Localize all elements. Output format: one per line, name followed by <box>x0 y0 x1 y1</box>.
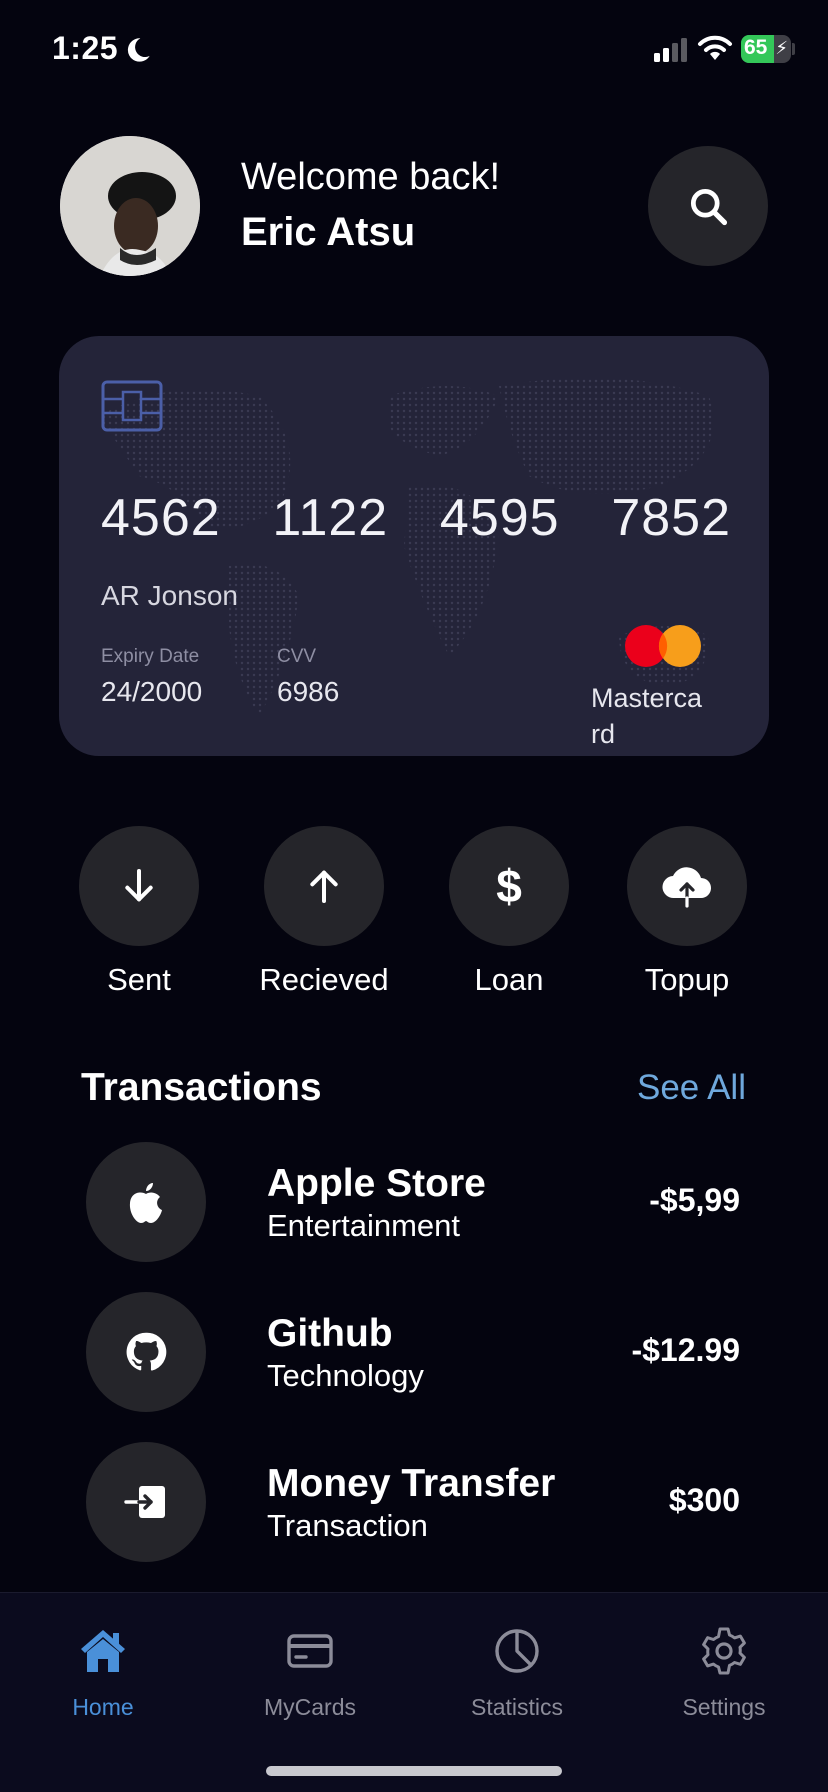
transaction-category: Technology <box>267 1358 424 1393</box>
card-chip-icon <box>101 380 163 432</box>
transfer-in-icon <box>124 1486 165 1518</box>
status-time: 1:25 <box>52 30 119 66</box>
transaction-icon-circle <box>86 1442 206 1562</box>
card-holder-name: AR Jonson <box>101 580 238 611</box>
action-label: Sent <box>107 962 171 997</box>
action-loan[interactable]: $ Loan <box>429 826 589 998</box>
action-label: Topup <box>644 962 730 997</box>
arrow-up-icon <box>310 870 338 903</box>
search-button[interactable] <box>648 146 768 266</box>
transaction-category: Transaction <box>267 1508 428 1543</box>
card-number-group: 4562 <box>101 489 221 547</box>
charging-bolt-icon: ⚡ <box>775 38 788 58</box>
nav-mycards[interactable]: MyCards <box>230 1625 390 1721</box>
expiry-label: Expiry Date <box>101 646 200 667</box>
nav-settings[interactable]: Settings <box>644 1625 804 1721</box>
transaction-icon-circle <box>86 1142 206 1262</box>
action-sent[interactable]: Sent <box>59 826 219 998</box>
welcome-text: Welcome back! <box>241 156 501 198</box>
github-icon <box>126 1332 167 1371</box>
topup-button[interactable] <box>627 826 747 946</box>
pie-chart-icon <box>495 1629 539 1673</box>
nav-label: Settings <box>682 1694 766 1720</box>
transaction-name: Money Transfer <box>267 1462 556 1505</box>
mastercard-logo-icon <box>625 625 701 667</box>
apple-icon <box>129 1183 162 1223</box>
transaction-row[interactable]: Apple Store Entertainment -$5,99 <box>86 1142 746 1262</box>
dollar-icon: $ <box>496 860 522 912</box>
nav-label: MyCards <box>263 1694 356 1720</box>
card-number-group: 1122 <box>272 489 389 547</box>
cvv-value: 6986 <box>277 676 340 707</box>
action-label: Loan <box>474 962 544 997</box>
transaction-amount: $300 <box>668 1482 740 1518</box>
avatar[interactable] <box>60 136 200 276</box>
transaction-row[interactable]: Money Transfer Transaction $300 <box>86 1442 746 1562</box>
payment-card[interactable]: 4562 1122 4595 7852 AR Jonson Expiry Dat… <box>59 336 769 756</box>
nav-home[interactable]: Home <box>23 1625 183 1721</box>
transaction-amount: -$5,99 <box>649 1182 740 1218</box>
nav-label: Statistics <box>470 1694 564 1720</box>
cloud-upload-icon <box>662 867 711 908</box>
card-number-group: 7852 <box>611 489 731 547</box>
battery-cap <box>792 43 795 55</box>
home-icon <box>81 1630 125 1672</box>
gear-icon <box>702 1627 746 1675</box>
loan-button[interactable]: $ <box>449 826 569 946</box>
transaction-category: Entertainment <box>267 1208 460 1243</box>
home-indicator[interactable] <box>266 1766 562 1776</box>
battery-indicator: 65 ⚡ <box>741 35 791 63</box>
card-number: 4562 1122 4595 7852 <box>101 488 731 548</box>
card-icon <box>287 1634 333 1668</box>
transaction-name: Apple Store <box>267 1162 486 1205</box>
action-topup[interactable]: Topup <box>607 826 767 998</box>
transaction-amount: -$12.99 <box>631 1332 740 1368</box>
card-network-label: Mastercard <box>591 683 703 749</box>
wifi-icon <box>698 35 732 60</box>
user-name: Eric Atsu <box>241 210 416 254</box>
arrow-down-icon <box>125 869 153 902</box>
avatar-photo <box>60 136 200 276</box>
cellular-signal-icon <box>654 38 687 62</box>
action-label: Recieved <box>259 962 389 997</box>
moon-icon <box>127 38 150 62</box>
transaction-icon-circle <box>86 1292 206 1412</box>
action-received[interactable]: Recieved <box>244 826 404 998</box>
expiry-value: 24/2000 <box>101 676 203 707</box>
cvv-label: CVV <box>277 646 317 667</box>
transaction-row[interactable]: Github Technology -$12.99 <box>86 1292 746 1412</box>
transaction-name: Github <box>267 1312 393 1355</box>
sent-button[interactable] <box>79 826 199 946</box>
card-number-group: 4595 <box>439 489 560 547</box>
nav-statistics[interactable]: Statistics <box>437 1625 597 1721</box>
search-icon <box>690 188 728 226</box>
see-all-link[interactable]: See All <box>637 1068 746 1108</box>
transactions-title: Transactions <box>81 1066 322 1109</box>
bottom-navigation: Home MyCards Statistics Settings <box>0 1592 828 1792</box>
nav-label: Home <box>72 1694 134 1720</box>
received-button[interactable] <box>264 826 384 946</box>
